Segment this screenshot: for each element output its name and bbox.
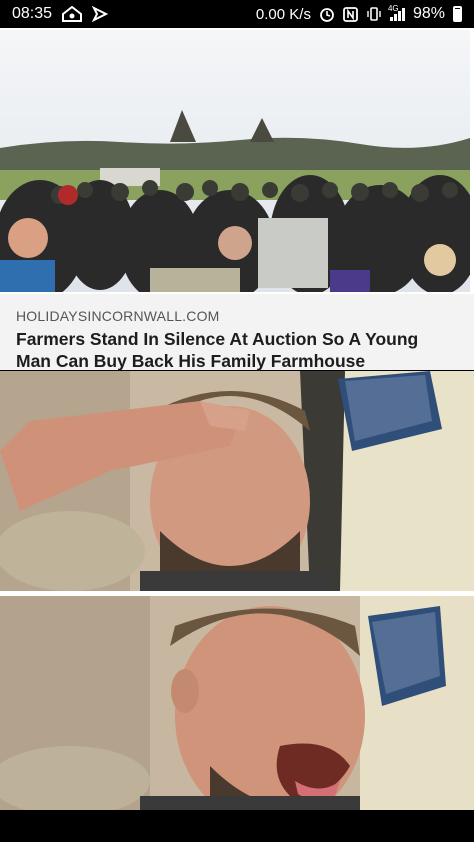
saluting-man-image — [0, 371, 474, 591]
headline-line-2: Man Can Buy Back His Family Farmhouse — [16, 351, 366, 371]
bottom-bar — [0, 810, 474, 842]
net-speed: 0.00 K/s — [255, 5, 311, 23]
headline-line-1: Farmers Stand In Silence At Auction So A… — [16, 329, 419, 349]
auction-crowd-photo[interactable] — [0, 30, 470, 292]
signal-icon: 4G — [387, 4, 405, 21]
send-icon — [92, 6, 109, 22]
status-time: 08:35 — [12, 5, 53, 22]
battery-icon — [453, 6, 462, 22]
status-bar: 08:35 0.00 K/s 4G 98% — [0, 0, 474, 28]
network-type: 4G — [387, 4, 399, 13]
article-source: HOLIDAYSINCORNWALL.COM — [16, 308, 220, 324]
vpn-key-icon — [62, 6, 83, 22]
article-meta[interactable]: HOLIDAYSINCORNWALL.COM Farmers Stand In … — [0, 294, 474, 372]
alarm-icon — [319, 6, 335, 22]
article-headline[interactable]: Farmers Stand In Silence At Auction So A… — [16, 328, 458, 372]
vibrate-icon — [366, 6, 382, 22]
nfc-icon — [343, 6, 358, 22]
crying-man-image — [0, 596, 474, 810]
battery-percent: 98% — [412, 5, 445, 22]
